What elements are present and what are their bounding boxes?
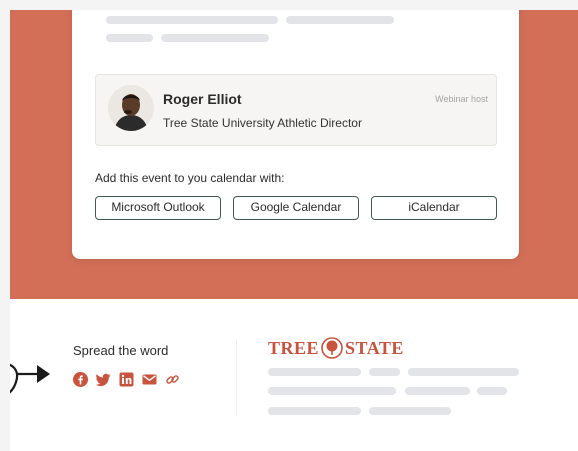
- microsoft-outlook-button[interactable]: Microsoft Outlook: [95, 196, 221, 220]
- text-placeholder: [286, 16, 394, 24]
- host-panel: Roger Elliot Tree State University Athle…: [95, 74, 497, 146]
- event-card: Roger Elliot Tree State University Athle…: [72, 10, 519, 259]
- calendar-prompt: Add this event to you calendar with:: [95, 171, 285, 185]
- host-name: Roger Elliot: [163, 91, 242, 107]
- text-placeholder: [106, 16, 278, 24]
- twitter-icon[interactable]: [96, 372, 111, 387]
- link-icon[interactable]: [165, 372, 180, 387]
- logo-text-right: STATE: [345, 338, 404, 358]
- text-placeholder: [106, 34, 153, 42]
- google-calendar-button[interactable]: Google Calendar: [233, 196, 359, 220]
- email-preview: Roger Elliot Tree State University Athle…: [10, 10, 578, 451]
- pointer-arrow-icon: [10, 363, 50, 394]
- text-placeholder: [268, 407, 361, 415]
- linkedin-icon[interactable]: [119, 372, 134, 387]
- text-placeholder: [408, 368, 519, 376]
- icalendar-button[interactable]: iCalendar: [371, 196, 497, 220]
- text-placeholder: [369, 368, 400, 376]
- footer-divider: [236, 340, 237, 416]
- host-title: Tree State University Athletic Director: [163, 116, 362, 130]
- email-icon[interactable]: [142, 372, 157, 387]
- text-placeholder: [369, 407, 451, 415]
- text-placeholder: [477, 387, 507, 395]
- facebook-icon[interactable]: [73, 372, 88, 387]
- host-role-label: Webinar host: [435, 94, 488, 104]
- tree-state-logo: TREE STATE: [268, 336, 404, 360]
- text-placeholder: [268, 368, 361, 376]
- text-placeholder: [268, 387, 396, 395]
- avatar: [108, 85, 154, 131]
- tree-emblem-icon: [321, 337, 343, 359]
- text-placeholder: [161, 34, 269, 42]
- share-heading: Spread the word: [73, 343, 169, 358]
- text-placeholder: [405, 387, 470, 395]
- logo-text-left: TREE: [268, 338, 320, 358]
